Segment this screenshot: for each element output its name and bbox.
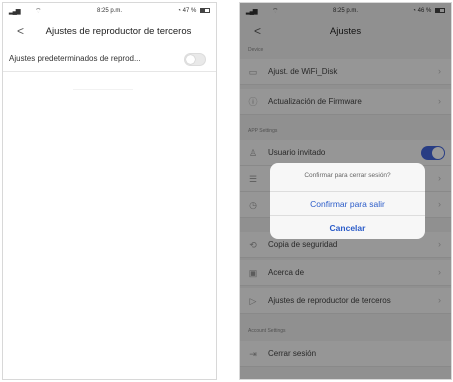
default-player-setting-row: Ajustes predeterminados de reprod... [3,48,216,72]
divider [73,89,133,90]
cancel-button[interactable]: Cancelar [270,215,425,239]
alarm-icon: ◔ [177,8,181,15]
battery-percent: 47 % [182,8,197,15]
third-party-player-settings-screen: ▂▄▆ ⌔ 8:25 p.m. ◔ 47 % < Ajustes de repr… [2,2,217,380]
default-player-setting-label: Ajustes predeterminados de reprod... [9,54,141,63]
status-right: ◔ 47 % [177,8,210,14]
battery-icon [200,8,210,13]
confirm-logout-button[interactable]: Confirmar para salir [270,191,425,215]
dialog-message: Confirmar para cerrar sesión? [304,172,391,179]
default-player-toggle[interactable] [184,53,206,66]
settings-screen: ▂▄▆ ⌔ 8:25 p.m. ◔ 46 % < Ajustes Device … [239,2,452,380]
nav-bar: < Ajustes de reproductor de terceros [3,21,216,45]
status-bar: ▂▄▆ ⌔ 8:25 p.m. ◔ 47 % [3,3,216,21]
page-title: Ajustes de reproductor de terceros [45,26,192,37]
logout-confirm-dialog: Confirmar para cerrar sesión? Confirmar … [270,163,425,239]
